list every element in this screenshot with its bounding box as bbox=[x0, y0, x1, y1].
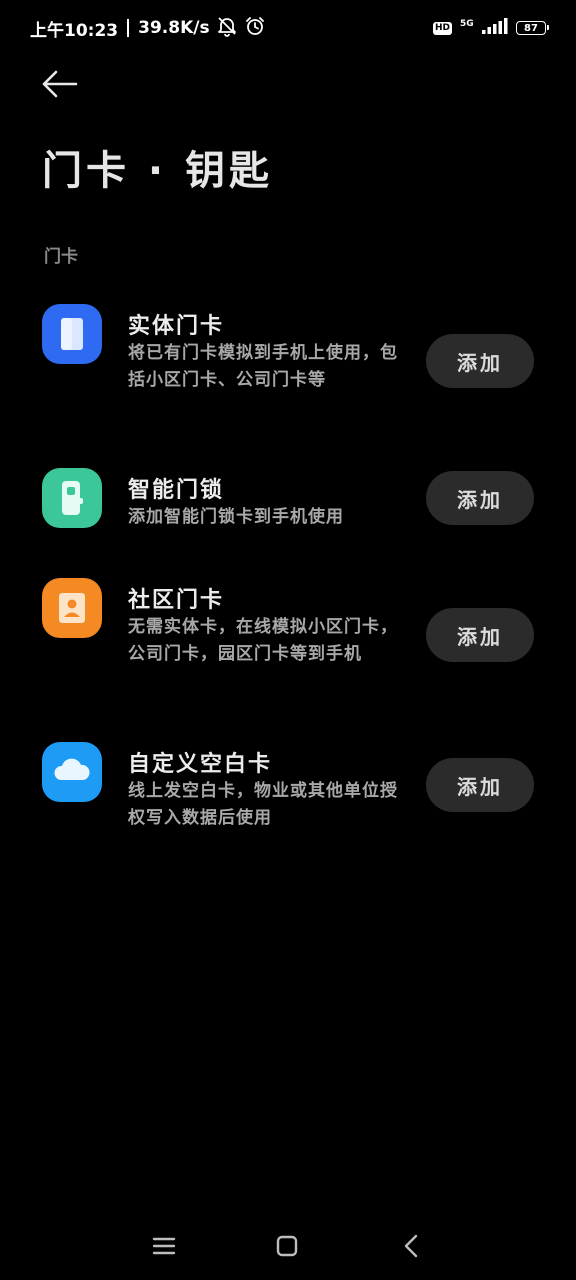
status-right: HD 5G 87 bbox=[432, 14, 549, 42]
card-description: 添加智能门锁卡到手机使用 bbox=[128, 507, 344, 527]
hd-badge: HD bbox=[432, 21, 452, 35]
community-card-icon bbox=[42, 578, 102, 638]
card-description: 线上发空白卡，物业或其他单位授权写入数据后使用 bbox=[128, 781, 398, 828]
add-smart-lock-button[interactable]: 添加 bbox=[426, 471, 534, 525]
home-button[interactable] bbox=[271, 1230, 303, 1262]
add-community-card-button[interactable]: 添加 bbox=[426, 608, 534, 662]
home-square-icon bbox=[276, 1235, 298, 1257]
battery-icon: 87 bbox=[516, 21, 549, 35]
card-title: 社区门卡 bbox=[128, 588, 225, 613]
menu-icon bbox=[152, 1237, 176, 1255]
arrow-left-icon bbox=[42, 70, 78, 98]
status-bar: 上午10:23 39.8K/s HD 5G 87 bbox=[0, 0, 576, 56]
chevron-left-icon bbox=[404, 1234, 418, 1258]
card-description: 无需实体卡，在线模拟小区门卡，公司门卡，园区门卡等到手机 bbox=[128, 617, 398, 664]
page-title: 门卡 · 钥匙 bbox=[42, 148, 274, 194]
card-title: 智能门锁 bbox=[128, 478, 225, 503]
cloud-icon bbox=[42, 742, 102, 802]
status-divider bbox=[127, 19, 130, 37]
signal-icon bbox=[482, 18, 508, 38]
add-blank-card-button[interactable]: 添加 bbox=[426, 758, 534, 812]
section-label: 门卡 bbox=[44, 247, 78, 267]
back-button[interactable] bbox=[40, 66, 80, 102]
recents-button[interactable] bbox=[148, 1230, 180, 1262]
status-net-speed: 39.8K/s bbox=[138, 18, 210, 38]
card-icon bbox=[42, 304, 102, 364]
card-title: 自定义空白卡 bbox=[128, 752, 273, 777]
navigation-bar bbox=[0, 1216, 576, 1276]
notifications-muted-icon bbox=[216, 15, 238, 42]
status-left: 上午10:23 39.8K/s bbox=[30, 14, 266, 42]
back-nav-button[interactable] bbox=[396, 1230, 428, 1262]
card-description: 将已有门卡模拟到手机上使用，包括小区门卡、公司门卡等 bbox=[128, 343, 398, 390]
smart-lock-icon bbox=[42, 468, 102, 528]
status-time: 上午10:23 bbox=[30, 20, 119, 41]
add-physical-card-button[interactable]: 添加 bbox=[426, 334, 534, 388]
card-title: 实体门卡 bbox=[128, 314, 225, 339]
network-type: 5G bbox=[460, 19, 474, 29]
alarm-icon bbox=[244, 15, 266, 42]
